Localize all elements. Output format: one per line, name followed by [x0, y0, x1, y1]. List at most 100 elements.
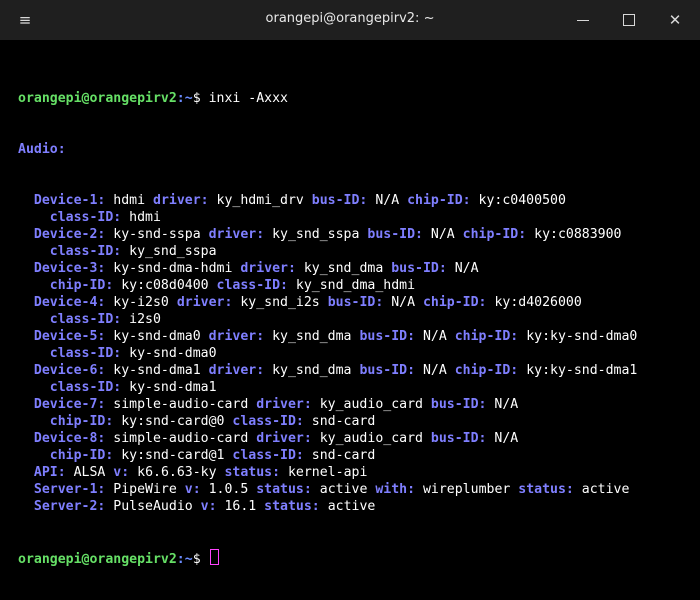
field-key: v: — [200, 499, 217, 514]
prompt-symbol: $ — [192, 91, 209, 106]
output-line: Device-2: ky-snd-sspa driver: ky_snd_ssp… — [18, 226, 694, 243]
field-value: k6.6.63-ky — [129, 465, 225, 480]
field-value: ky:c08d0400 — [113, 278, 217, 293]
field-key: driver: — [256, 431, 312, 446]
field-key: class-ID: — [49, 346, 122, 361]
field-key: chip-ID: — [462, 227, 527, 242]
field-value: ky-snd-dma0 — [121, 346, 217, 361]
field-value: ky_snd_dma_hdmi — [287, 278, 416, 293]
terminal-output[interactable]: orangepi@orangepirv2:~$ inxi -Axxx Audio… — [18, 56, 694, 600]
field-value: N/A — [446, 261, 479, 276]
text-cursor — [209, 549, 219, 565]
output-line: API: ALSA v: k6.6.63-ky status: kernel-a… — [18, 464, 694, 481]
output-line: class-ID: ky_snd_sspa — [18, 243, 694, 260]
minimize-icon — [577, 20, 589, 21]
field-key: chip-ID: — [454, 363, 519, 378]
field-key: chip-ID: — [454, 329, 519, 344]
field-value: ky_snd_dma — [295, 261, 392, 276]
prompt-path: :~ — [176, 552, 193, 567]
field-value: 16.1 — [216, 499, 265, 514]
field-key: bus-ID: — [391, 261, 447, 276]
field-value: active — [311, 482, 376, 497]
field-value: N/A — [486, 397, 519, 412]
field-value: ky:ky-snd-dma0 — [518, 329, 638, 344]
field-key: v: — [113, 465, 130, 480]
field-key: Device-6: — [33, 363, 106, 378]
field-value: N/A — [367, 193, 408, 208]
field-value: ky-snd-dma1 — [105, 363, 209, 378]
field-value: 1.0.5 — [200, 482, 257, 497]
field-key: Server-1: — [33, 482, 106, 497]
field-key: class-ID: — [232, 448, 304, 463]
field-value: ky_audio_card — [311, 431, 431, 446]
field-key: bus-ID: — [430, 431, 487, 446]
section-label: Audio: — [18, 142, 66, 157]
output-line: Device-4: ky-i2s0 driver: ky_snd_i2s bus… — [18, 294, 694, 311]
field-key: class-ID: — [232, 414, 304, 429]
active-prompt-line: orangepi@orangepirv2:~$ — [18, 549, 694, 567]
field-key: bus-ID: — [367, 227, 423, 242]
field-key: bus-ID: — [311, 193, 368, 208]
field-key: driver: — [240, 261, 296, 276]
field-key: Device-4: — [33, 295, 106, 310]
field-key: status: — [264, 499, 320, 514]
field-value: i2s0 — [121, 312, 161, 327]
field-value: ky:d4026000 — [486, 295, 582, 310]
field-key: Device-7: — [33, 397, 106, 412]
field-key: Device-3: — [33, 261, 106, 276]
field-value: ky:c0883900 — [526, 227, 622, 242]
terminal-window: ≡ orangepi@orangepirv2: ~ ✕ orangepi@ora… — [0, 0, 700, 567]
maximize-button[interactable] — [606, 0, 652, 40]
field-key: class-ID: — [49, 312, 122, 327]
field-key: class-ID: — [216, 278, 288, 293]
output-line: Server-2: PulseAudio v: 16.1 status: act… — [18, 498, 694, 515]
output-line: Device-5: ky-snd-dma0 driver: ky_snd_dma… — [18, 328, 694, 345]
field-value: N/A — [383, 295, 423, 310]
output-line: Device-3: ky-snd-dma-hdmi driver: ky_snd… — [18, 260, 694, 277]
field-key: Device-8: — [33, 431, 106, 446]
output-line: Device-6: ky-snd-dma1 driver: ky_snd_dma… — [18, 362, 694, 379]
field-key: status: — [518, 482, 574, 497]
field-key: driver: — [176, 295, 233, 310]
field-value: hdmi — [105, 193, 153, 208]
field-value: snd-card — [303, 414, 376, 429]
output-line: Device-1: hdmi driver: ky_hdmi_drv bus-I… — [18, 192, 694, 209]
field-value: hdmi — [121, 210, 161, 225]
output-line: chip-ID: ky:snd-card@1 class-ID: snd-car… — [18, 447, 694, 464]
field-key: chip-ID: — [49, 278, 114, 293]
output-lines: Device-1: hdmi driver: ky_hdmi_drv bus-I… — [18, 192, 694, 515]
output-line: Device-8: simple-audio-card driver: ky_a… — [18, 430, 694, 447]
field-value: ky-snd-dma1 — [121, 380, 217, 395]
field-key: bus-ID: — [359, 329, 416, 344]
field-key: v: — [184, 482, 201, 497]
field-value: kernel-api — [280, 465, 368, 480]
field-value: ALSA — [65, 465, 114, 480]
command-text: inxi -Axxx — [208, 91, 288, 106]
prompt-path: :~ — [176, 91, 193, 106]
output-line: chip-ID: ky:c08d0400 class-ID: ky_snd_dm… — [18, 277, 694, 294]
field-value: ky_snd_i2s — [232, 295, 328, 310]
field-value: simple-audio-card — [105, 397, 257, 412]
field-value: PulseAudio — [105, 499, 201, 514]
output-line: chip-ID: ky:snd-card@0 class-ID: snd-car… — [18, 413, 694, 430]
output-line: Device-7: simple-audio-card driver: ky_a… — [18, 396, 694, 413]
field-value: ky-i2s0 — [105, 295, 177, 310]
minimize-button[interactable] — [560, 0, 606, 40]
field-value: ky-snd-dma-hdmi — [105, 261, 241, 276]
field-value: ky-snd-sspa — [105, 227, 209, 242]
close-button[interactable]: ✕ — [652, 0, 698, 40]
field-key: Device-5: — [33, 329, 106, 344]
field-value: ky:c0400500 — [470, 193, 566, 208]
field-key: class-ID: — [49, 210, 122, 225]
field-key: driver: — [256, 397, 312, 412]
field-key: driver: — [208, 329, 265, 344]
field-value: ky:ky-snd-dma1 — [518, 363, 638, 378]
field-value: ky_snd_sspa — [121, 244, 217, 259]
